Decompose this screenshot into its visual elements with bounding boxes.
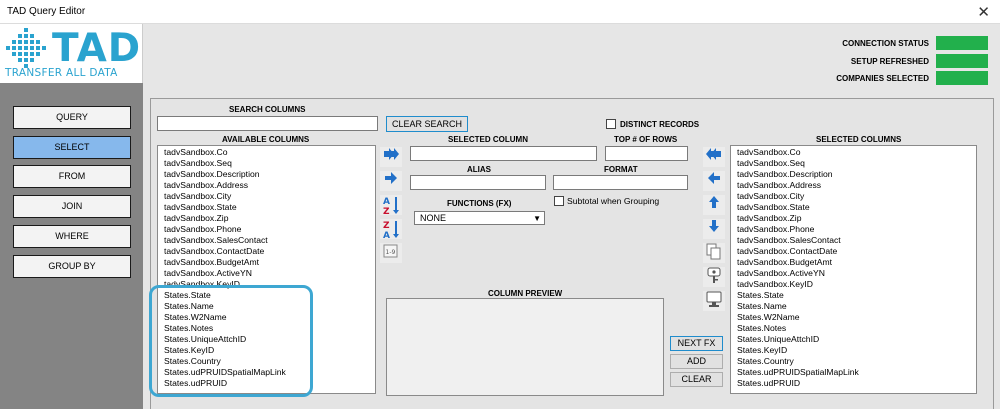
selected-column-label: SELECTED COLUMN	[448, 135, 528, 144]
next-fx-button[interactable]: NEXT FX	[670, 336, 723, 351]
nav-select-button[interactable]: SELECT	[13, 136, 131, 159]
selected-columns-header: SELECTED COLUMNS	[816, 135, 902, 144]
connection-status-indicator	[936, 36, 988, 50]
move-up-icon[interactable]	[703, 195, 725, 215]
logo: TAD TRANSFER ALL DATA	[0, 24, 143, 83]
alias-field[interactable]	[410, 175, 546, 190]
distinct-records-checkbox[interactable]	[606, 119, 616, 129]
list-item[interactable]: States.UniqueAttchID	[731, 334, 976, 345]
highlight-callout	[149, 285, 313, 397]
list-item[interactable]: tadvSandbox.Zip	[158, 213, 375, 224]
sort-za-icon[interactable]: ZA	[380, 219, 402, 239]
list-item[interactable]: tadvSandbox.BudgetAmt	[731, 257, 976, 268]
available-columns-header: AVAILABLE COLUMNS	[222, 135, 310, 144]
move-left-icon[interactable]	[703, 171, 725, 191]
subtotal-label: Subtotal when Grouping	[567, 196, 660, 206]
list-item[interactable]: tadvSandbox.SalesContact	[731, 235, 976, 246]
clear-search-button[interactable]: CLEAR SEARCH	[386, 116, 468, 132]
list-item[interactable]: tadvSandbox.Description	[158, 169, 375, 180]
list-item[interactable]: tadvSandbox.City	[731, 191, 976, 202]
format-label: FORMAT	[604, 165, 638, 174]
list-item[interactable]: States.Country	[731, 356, 976, 367]
list-item[interactable]: tadvSandbox.State	[731, 202, 976, 213]
add-button[interactable]: ADD	[670, 354, 723, 369]
nav-join-button[interactable]: JOIN	[13, 195, 131, 218]
list-item[interactable]: tadvSandbox.ContactDate	[731, 246, 976, 257]
copy-icon[interactable]	[703, 243, 725, 263]
logo-tagline: TRANSFER ALL DATA	[5, 67, 118, 79]
alias-label: ALIAS	[467, 165, 491, 174]
setup-refreshed-indicator	[936, 54, 988, 68]
logo-mark: TAD	[52, 26, 142, 71]
search-input[interactable]	[157, 116, 378, 131]
list-item[interactable]: tadvSandbox.Address	[158, 180, 375, 191]
column-preview-label: COLUMN PREVIEW	[488, 289, 563, 298]
companies-selected-indicator	[936, 71, 988, 85]
sort-az-icon[interactable]: AZ	[380, 195, 402, 215]
companies-selected-label: COMPANIES SELECTED	[836, 74, 929, 83]
svg-text:A: A	[383, 231, 390, 239]
list-item[interactable]: States.udPRUID	[731, 378, 976, 389]
list-item[interactable]: tadvSandbox.Address	[731, 180, 976, 191]
top-rows-field[interactable]	[605, 146, 688, 161]
list-item[interactable]: tadvSandbox.ContactDate	[158, 246, 375, 257]
list-item[interactable]: States.udPRUIDSpatialMapLink	[731, 367, 976, 378]
list-item[interactable]: tadvSandbox.Zip	[731, 213, 976, 224]
list-item[interactable]: States.W2Name	[731, 312, 976, 323]
selected-column-field[interactable]	[410, 146, 597, 161]
search-columns-label: SEARCH COLUMNS	[229, 105, 306, 114]
sort-numeric-icon[interactable]: 1-9	[380, 243, 402, 263]
list-item[interactable]: States.KeyID	[731, 345, 976, 356]
list-item[interactable]: States.State	[731, 290, 976, 301]
list-item[interactable]: tadvSandbox.SalesContact	[158, 235, 375, 246]
list-item[interactable]: States.Notes	[731, 323, 976, 334]
list-item[interactable]: tadvSandbox.Seq	[158, 158, 375, 169]
list-item[interactable]: tadvSandbox.ActiveYN	[731, 268, 976, 279]
svg-text:A: A	[383, 197, 390, 207]
close-icon[interactable]: ✕	[977, 3, 990, 21]
grid-diamond-icon	[6, 28, 46, 68]
nav-group-by-button[interactable]: GROUP BY	[13, 255, 131, 278]
column-preview-box	[386, 298, 664, 396]
distinct-records-label: DISTINCT RECORDS	[620, 120, 700, 129]
move-all-right-icon[interactable]	[380, 147, 402, 167]
format-field[interactable]	[553, 175, 688, 190]
computer-icon[interactable]	[703, 291, 725, 311]
list-item[interactable]: tadvSandbox.Co	[158, 147, 375, 158]
svg-text:1-9: 1-9	[386, 249, 396, 256]
svg-text:Z: Z	[383, 207, 390, 215]
list-item[interactable]: tadvSandbox.Description	[731, 169, 976, 180]
move-all-left-icon[interactable]	[703, 147, 725, 167]
list-item[interactable]: States.Name	[731, 301, 976, 312]
list-item[interactable]: tadvSandbox.KeyID	[731, 279, 976, 290]
title-bar: TAD Query Editor ✕	[0, 0, 1000, 24]
functions-label: FUNCTIONS (FX)	[447, 199, 512, 208]
list-item[interactable]: tadvSandbox.BudgetAmt	[158, 257, 375, 268]
nav-where-button[interactable]: WHERE	[13, 225, 131, 248]
list-item[interactable]: tadvSandbox.ActiveYN	[158, 268, 375, 279]
list-item[interactable]: tadvSandbox.State	[158, 202, 375, 213]
clear-button[interactable]: CLEAR	[670, 372, 723, 387]
setup-refreshed-label: SETUP REFRESHED	[850, 57, 929, 66]
connection-status-label: CONNECTION STATUS	[842, 39, 929, 48]
list-item[interactable]: tadvSandbox.Phone	[731, 224, 976, 235]
functions-dropdown[interactable]: NONE ▼	[414, 211, 545, 225]
list-item[interactable]: tadvSandbox.Co	[731, 147, 976, 158]
left-pane: TAD TRANSFER ALL DATA QUERY SELECT FROM …	[0, 24, 143, 409]
list-item[interactable]: tadvSandbox.Phone	[158, 224, 375, 235]
functions-selected-value: NONE	[420, 213, 447, 223]
svg-text:Z: Z	[383, 221, 390, 231]
move-down-icon[interactable]	[703, 219, 725, 239]
nav-query-button[interactable]: QUERY	[13, 106, 131, 129]
top-rows-label: TOP # OF ROWS	[614, 135, 678, 144]
chevron-down-icon: ▼	[533, 214, 541, 223]
list-item[interactable]: tadvSandbox.Seq	[731, 158, 976, 169]
selected-columns-list[interactable]: tadvSandbox.Co tadvSandbox.Seq tadvSandbox…	[730, 145, 977, 394]
move-right-icon[interactable]	[380, 171, 402, 191]
window-title: TAD Query Editor	[7, 6, 86, 17]
list-item[interactable]: tadvSandbox.City	[158, 191, 375, 202]
nav-from-button[interactable]: FROM	[13, 165, 131, 188]
subtotal-checkbox[interactable]	[554, 196, 564, 206]
key-icon[interactable]	[703, 267, 725, 287]
